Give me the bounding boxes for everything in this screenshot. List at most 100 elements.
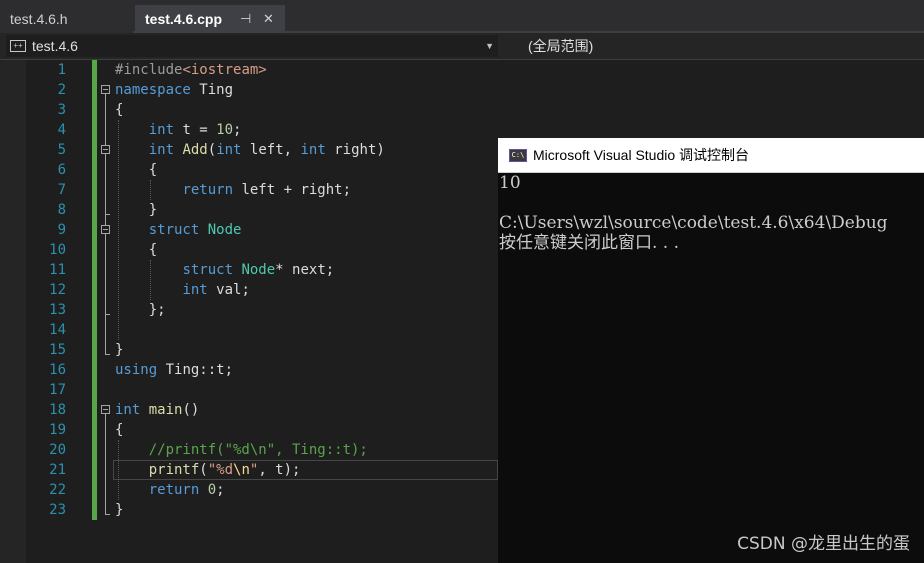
code-token: int — [148, 122, 175, 138]
code-token: int — [115, 402, 141, 418]
line-number: 14 — [49, 322, 66, 338]
code-token: 10 — [216, 122, 234, 138]
code-token: Node — [241, 262, 276, 278]
code-token: } — [115, 342, 124, 358]
code-text: int t = 10; — [115, 120, 242, 140]
code-token: printf — [148, 462, 200, 478]
code-text: int main() — [115, 400, 199, 420]
line-number: 13 — [49, 302, 66, 318]
code-token: * next; — [275, 262, 335, 278]
console-line: 10 — [499, 173, 521, 193]
code-token: main — [148, 402, 183, 418]
code-text: { — [115, 240, 157, 260]
line-number: 1 — [57, 62, 66, 78]
line-number: 16 — [49, 362, 66, 378]
tab-test-4-6-cpp[interactable]: test.4.6.cpp ⊣ ✕ — [135, 5, 285, 33]
console-app-icon: C:\ — [509, 149, 527, 162]
code-text: struct Node — [115, 220, 242, 240]
line-number: 2 — [57, 82, 66, 98]
console-line: C:\Users\wzl\source\code\test.4.6\x64\De… — [499, 213, 888, 233]
line-number: 21 — [49, 462, 66, 478]
code-text: printf("%d\n", t); — [115, 460, 301, 480]
code-token: () — [182, 402, 200, 418]
code-token: , t); — [258, 462, 301, 478]
scope-dropdown[interactable]: (全局范围) — [528, 35, 593, 57]
line-number: 9 — [57, 222, 66, 238]
code-text: } — [115, 200, 157, 220]
code-token: t = — [174, 122, 217, 138]
tab-label: test.4.6.cpp — [145, 11, 223, 27]
code-line[interactable]: 1 #include<iostream> — [0, 60, 924, 80]
line-number: 18 — [49, 402, 66, 418]
console-title: Microsoft Visual Studio 调试控制台 — [533, 147, 750, 163]
code-token: { — [115, 242, 158, 258]
code-text: namespace Ting — [115, 80, 233, 100]
code-token: int — [182, 282, 208, 298]
code-token: int — [148, 142, 175, 158]
code-text: using Ting::t; — [115, 360, 233, 380]
tab-label: test.4.6.h — [10, 11, 68, 27]
pin-icon[interactable]: ⊣ — [240, 5, 251, 33]
code-token: return — [148, 482, 200, 498]
line-number: 15 — [49, 342, 66, 358]
line-number: 19 — [49, 422, 66, 438]
code-token: ; — [233, 122, 242, 138]
line-number: 12 — [49, 282, 66, 298]
code-text: return 0; — [115, 480, 225, 500]
code-token: using — [115, 362, 158, 378]
navigation-bar: ++ test.4.6 ▼ (全局范围) — [0, 33, 924, 60]
line-number: 10 — [49, 242, 66, 258]
line-number: 6 — [57, 162, 66, 178]
code-text: #include<iostream> — [115, 60, 267, 80]
code-token: { — [115, 162, 158, 178]
code-text: return left + right; — [115, 180, 351, 200]
code-text: } — [115, 340, 123, 360]
line-number: 11 — [49, 262, 66, 278]
code-token: \n — [233, 462, 250, 478]
code-token: return — [182, 182, 234, 198]
code-token: <iostream> — [182, 62, 267, 78]
debug-console-window[interactable]: C:\ Microsoft Visual Studio 调试控制台 10 C:\… — [498, 138, 924, 563]
code-token: "%d — [207, 462, 234, 478]
line-number: 23 — [49, 502, 66, 518]
line-number: 3 — [57, 102, 66, 118]
close-icon[interactable]: ✕ — [263, 5, 274, 33]
code-token: ( — [207, 142, 217, 158]
line-number: 8 — [57, 202, 66, 218]
watermark: CSDN @龙里出生的蛋 — [737, 534, 910, 554]
code-text: //printf("%d\n", Ting::t); — [115, 440, 368, 460]
code-token: val; — [207, 282, 250, 298]
code-token: { — [115, 422, 124, 438]
code-text: }; — [115, 300, 166, 320]
code-token: left + right; — [233, 182, 352, 198]
code-line[interactable]: 4 int t = 10; — [0, 120, 924, 140]
code-text: { — [115, 100, 123, 120]
code-line[interactable]: 3{ — [0, 100, 924, 120]
project-name: test.4.6 — [32, 38, 78, 54]
console-output[interactable]: 10 C:\Users\wzl\source\code\test.4.6\x64… — [498, 173, 924, 563]
scope-label: (全局范围) — [528, 38, 594, 54]
project-dropdown[interactable]: ++ test.4.6 ▼ — [6, 35, 498, 57]
code-text: int Add(int left, int right) — [115, 140, 385, 160]
code-token: }; — [115, 302, 166, 318]
code-token: struct — [182, 262, 234, 278]
code-text: } — [115, 500, 123, 520]
code-token: { — [115, 102, 124, 118]
console-title-bar[interactable]: C:\ Microsoft Visual Studio 调试控制台 — [498, 138, 924, 173]
tab-test-4-6-h[interactable]: test.4.6.h — [0, 5, 133, 33]
code-token: ; — [216, 482, 225, 498]
code-token: Add — [182, 142, 208, 158]
code-line[interactable]: 2 namespace Ting — [0, 80, 924, 100]
code-text: { — [115, 420, 123, 440]
code-token: } — [115, 502, 124, 518]
